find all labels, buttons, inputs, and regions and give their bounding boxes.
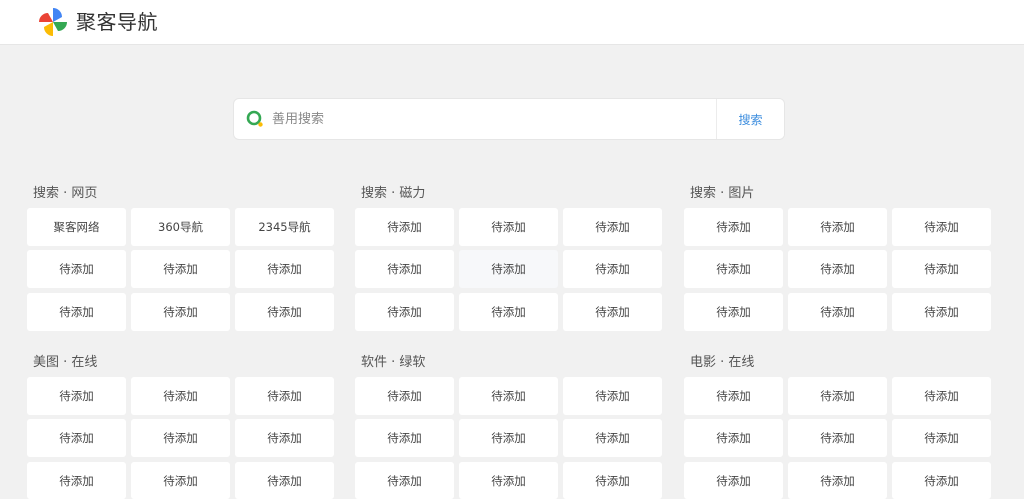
link-tile[interactable]: 待添加 xyxy=(563,419,662,457)
search-button[interactable]: 搜索 xyxy=(716,99,784,139)
link-tile[interactable]: 聚客网络 xyxy=(27,208,126,246)
site-logo[interactable]: 聚客导航 xyxy=(36,4,158,40)
link-tile[interactable]: 待添加 xyxy=(684,250,783,288)
link-tile[interactable]: 待添加 xyxy=(235,250,334,288)
search-bar: 搜索 xyxy=(233,98,785,140)
link-tile[interactable]: 待添加 xyxy=(131,419,230,457)
link-tile[interactable]: 待添加 xyxy=(459,293,558,331)
link-tile[interactable]: 待添加 xyxy=(27,250,126,288)
link-tile[interactable]: 待添加 xyxy=(27,377,126,415)
link-tile[interactable]: 待添加 xyxy=(459,419,558,457)
link-tile[interactable]: 待添加 xyxy=(235,462,334,499)
section-search-web: 搜索 · 网页 聚客网络 360导航 2345导航 待添加 待添加 待添加 待添… xyxy=(27,185,337,335)
link-tile[interactable]: 待添加 xyxy=(355,377,454,415)
link-tile[interactable]: 待添加 xyxy=(355,462,454,499)
link-tile[interactable]: 待添加 xyxy=(131,462,230,499)
link-tile[interactable]: 待添加 xyxy=(788,419,887,457)
link-tile[interactable]: 待添加 xyxy=(788,208,887,246)
link-tile[interactable]: 待添加 xyxy=(131,250,230,288)
link-tile[interactable]: 360导航 xyxy=(131,208,230,246)
link-tile[interactable]: 待添加 xyxy=(235,377,334,415)
link-tile[interactable]: 待添加 xyxy=(892,419,991,457)
link-tile[interactable]: 待添加 xyxy=(355,293,454,331)
section-title: 美图 · 在线 xyxy=(33,355,98,370)
link-tile[interactable]: 待添加 xyxy=(27,462,126,499)
link-tile[interactable]: 待添加 xyxy=(459,208,558,246)
section-title: 软件 · 绿软 xyxy=(361,355,426,370)
link-tile[interactable]: 待添加 xyxy=(563,208,662,246)
section-search-images: 搜索 · 图片 待添加 待添加 待添加 待添加 待添加 待添加 待添加 待添加 … xyxy=(684,185,994,335)
link-tile[interactable]: 待添加 xyxy=(684,419,783,457)
link-tile[interactable]: 待添加 xyxy=(355,419,454,457)
link-tile[interactable]: 待添加 xyxy=(892,377,991,415)
link-tile[interactable]: 待添加 xyxy=(892,250,991,288)
link-tile[interactable]: 待添加 xyxy=(788,377,887,415)
link-tile[interactable]: 待添加 xyxy=(892,208,991,246)
link-tile[interactable]: 待添加 xyxy=(684,377,783,415)
link-tile[interactable]: 待添加 xyxy=(563,377,662,415)
link-tile[interactable]: 2345导航 xyxy=(235,208,334,246)
link-tile[interactable]: 待添加 xyxy=(892,293,991,331)
link-tile[interactable]: 待添加 xyxy=(684,462,783,499)
section-movies-online: 电影 · 在线 待添加 待添加 待添加 待添加 待添加 待添加 待添加 待添加 … xyxy=(684,354,994,499)
link-tile[interactable]: 待添加 xyxy=(788,462,887,499)
link-tile[interactable]: 待添加 xyxy=(355,208,454,246)
section-software-green: 软件 · 绿软 待添加 待添加 待添加 待添加 待添加 待添加 待添加 待添加 … xyxy=(355,354,665,499)
header: 聚客导航 xyxy=(0,0,1024,45)
section-search-magnet: 搜索 · 磁力 待添加 待添加 待添加 待添加 待添加 待添加 待添加 待添加 … xyxy=(355,185,665,335)
search-input[interactable] xyxy=(266,99,716,139)
link-tile[interactable]: 待添加 xyxy=(459,250,558,288)
link-tile[interactable]: 待添加 xyxy=(563,250,662,288)
search-icon xyxy=(244,108,266,130)
link-tile[interactable]: 待添加 xyxy=(788,293,887,331)
section-title: 搜索 · 网页 xyxy=(33,186,98,201)
link-tile[interactable]: 待添加 xyxy=(563,462,662,499)
link-tile[interactable]: 待添加 xyxy=(563,293,662,331)
link-tile[interactable]: 待添加 xyxy=(27,293,126,331)
link-tile[interactable]: 待添加 xyxy=(235,419,334,457)
link-tile[interactable]: 待添加 xyxy=(235,293,334,331)
section-pictures-online: 美图 · 在线 待添加 待添加 待添加 待添加 待添加 待添加 待添加 待添加 … xyxy=(27,354,337,499)
section-title: 搜索 · 磁力 xyxy=(361,186,426,201)
link-tile[interactable]: 待添加 xyxy=(131,293,230,331)
link-tile[interactable]: 待添加 xyxy=(459,377,558,415)
link-tile[interactable]: 待添加 xyxy=(684,208,783,246)
link-tile[interactable]: 待添加 xyxy=(131,377,230,415)
section-title: 搜索 · 图片 xyxy=(690,186,755,201)
link-tile[interactable]: 待添加 xyxy=(788,250,887,288)
pinwheel-logo-icon xyxy=(39,8,67,36)
section-title: 电影 · 在线 xyxy=(690,355,755,370)
link-tile[interactable]: 待添加 xyxy=(355,250,454,288)
site-name: 聚客导航 xyxy=(76,10,158,34)
link-tile[interactable]: 待添加 xyxy=(459,462,558,499)
link-tile[interactable]: 待添加 xyxy=(684,293,783,331)
link-tile[interactable]: 待添加 xyxy=(27,419,126,457)
link-tile[interactable]: 待添加 xyxy=(892,462,991,499)
